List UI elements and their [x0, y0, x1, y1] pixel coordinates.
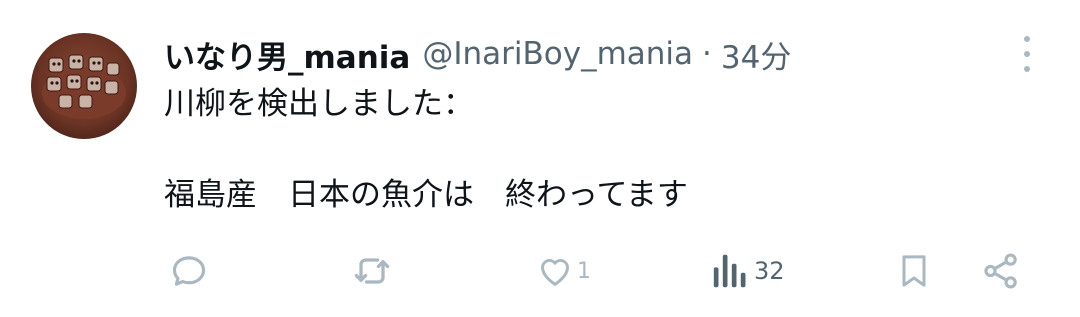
- more-options-icon[interactable]: [1012, 36, 1042, 72]
- avatar[interactable]: [31, 33, 137, 139]
- views-icon: [713, 254, 746, 288]
- tweet-header: いなり男_mania @InariBoy_mania · 34分: [164, 30, 791, 78]
- tweet-text-line: 川柳を検出しました：: [164, 86, 474, 122]
- like-count: 1: [577, 258, 591, 284]
- display-name[interactable]: いなり男_mania: [164, 32, 410, 77]
- action-bar: 1 32: [0, 246, 1080, 296]
- separator-dot: ·: [702, 36, 712, 72]
- views-button[interactable]: 32: [712, 246, 785, 296]
- tweet-text-line: 福島産 日本の魚介は 終わってます: [164, 177, 688, 213]
- views-count: 32: [754, 257, 785, 285]
- reply-icon: [172, 256, 206, 286]
- bookmark-button[interactable]: [894, 246, 934, 296]
- retweet-icon: [354, 258, 390, 284]
- heart-icon: [541, 259, 569, 286]
- share-icon: [984, 253, 1017, 289]
- user-handle[interactable]: @InariBoy_mania: [422, 36, 693, 72]
- tweet[interactable]: いなり男_mania @InariBoy_mania · 34分 川柳を検出しま…: [0, 0, 1080, 317]
- retweet-button[interactable]: [350, 246, 394, 296]
- like-button[interactable]: 1: [535, 246, 591, 296]
- timestamp[interactable]: 34分: [721, 32, 791, 77]
- bookmark-icon: [902, 255, 926, 287]
- reply-button[interactable]: [168, 246, 210, 296]
- share-button[interactable]: [980, 246, 1022, 296]
- avatar-image: [31, 33, 137, 139]
